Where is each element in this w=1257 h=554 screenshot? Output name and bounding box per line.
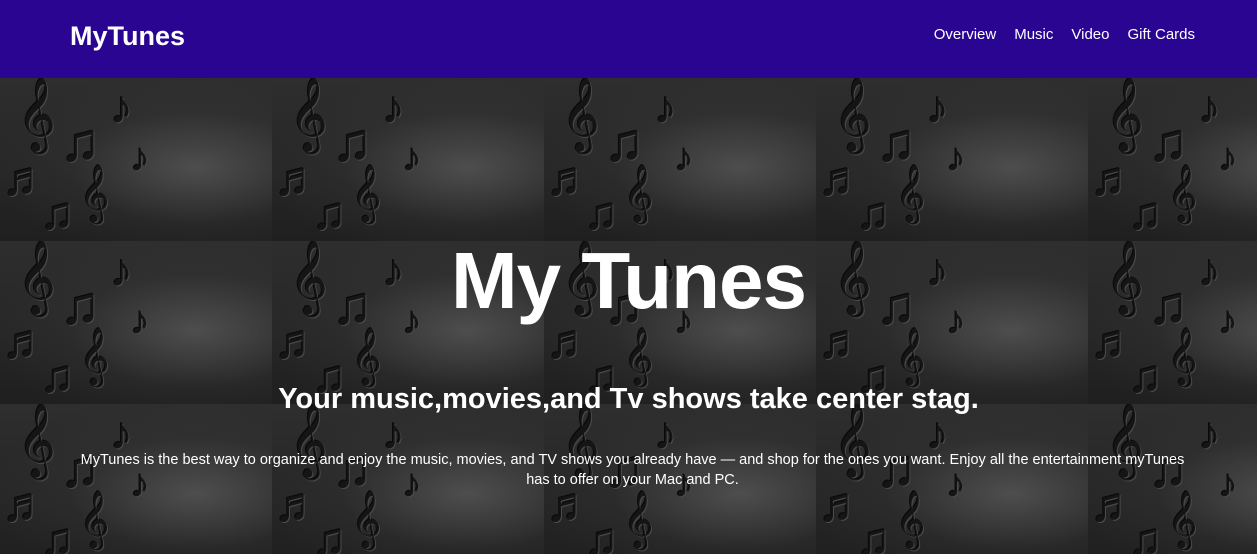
nav-link-music[interactable]: Music — [1014, 26, 1053, 43]
hero-title: My Tunes — [450, 236, 807, 325]
hero-section: 𝄞 ♫ ♪ ♬ 𝄞 ♫ ♪ 𝄞 ♫ ♪ ♬ 𝄞 ♫ ♪ 𝄞 ♫ ♪ ♬ 𝄞 ♫ ♪ 𝄞 ♫ ♪ ♬ 𝄞 ♫ ♪ 𝄞 ♫ ♪ ♬ 𝄞 ♫ ♪ 𝄞 ♫ ♪ ♬ 𝄞… — [0, 78, 1257, 554]
nav-link-gift-cards[interactable]: Gift Cards — [1127, 26, 1195, 43]
nav-link-video[interactable]: Video — [1071, 26, 1109, 43]
navbar: MyTunes Overview Music Video Gift Cards — [0, 0, 1257, 78]
hero-subtitle: Your music,movies,and Tv shows take cent… — [278, 383, 979, 415]
hero-description: MyTunes is the best way to organize and … — [80, 452, 1185, 488]
nav-link-overview[interactable]: Overview — [934, 26, 997, 43]
brand-logo[interactable]: MyTunes — [70, 21, 185, 52]
hero-content: My Tunes Your music,movies,and Tv shows … — [0, 78, 1257, 554]
nav-menu: Overview Music Video Gift Cards — [934, 26, 1195, 43]
